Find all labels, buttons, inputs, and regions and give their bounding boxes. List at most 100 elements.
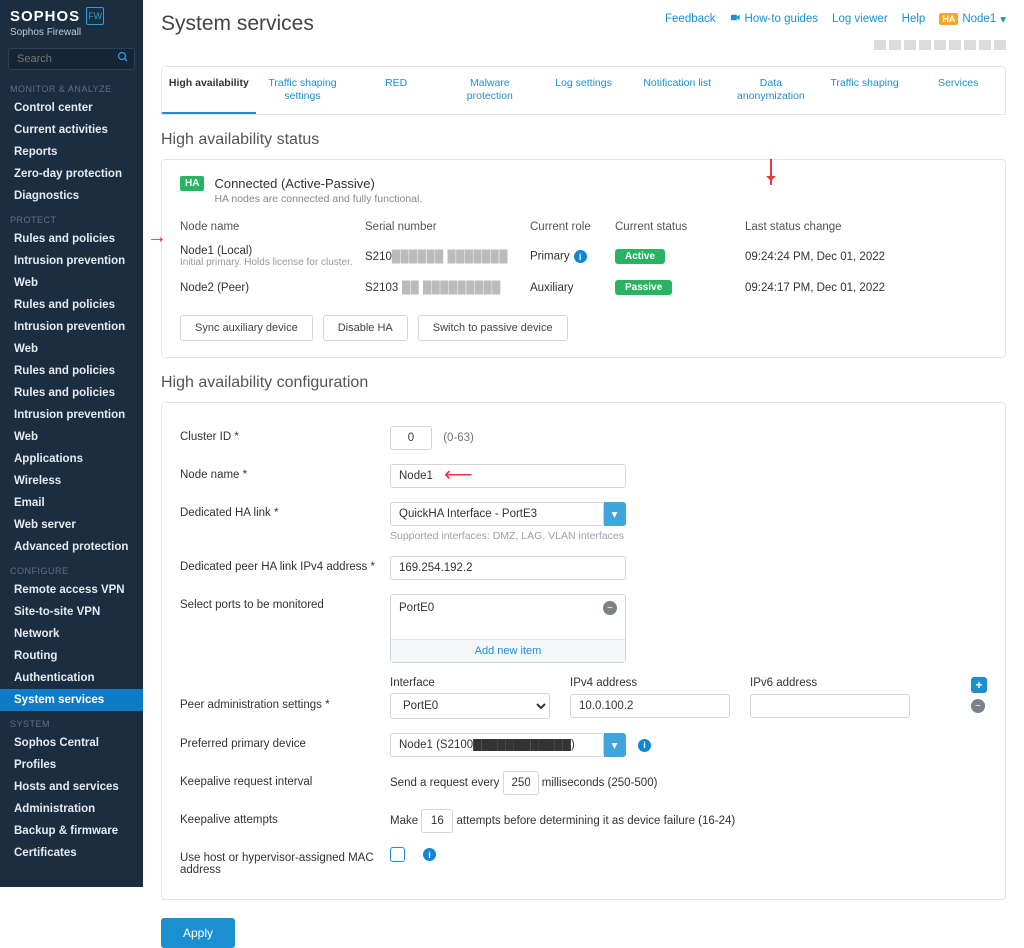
peer-ipv6-input[interactable] [750,694,910,718]
use-mac-label: Use host or hypervisor-assigned MAC addr… [180,847,390,876]
sidebar-search[interactable] [8,48,135,70]
sidebar-item-control-center[interactable]: Control center [0,97,143,119]
sidebar-item-authentication[interactable]: Authentication [0,667,143,689]
sidebar-item-rules-and-policies[interactable]: Rules and policies [0,228,143,250]
header-links: Feedback How-to guides Log viewer Help H… [665,12,1006,26]
sidebar-item-site-to-site-vpn[interactable]: Site-to-site VPN [0,601,143,623]
tab-traffic-shaping[interactable]: Traffic shaping [818,67,912,114]
tab-services[interactable]: Services [911,67,1005,114]
status-badge: Active [615,249,665,264]
sidebar-item-certificates[interactable]: Certificates [0,842,143,864]
node-name-label: Node name * [180,464,390,481]
peer-interface-select[interactable]: PortE0 [390,693,550,719]
monitor-port-name: PortE0 [399,602,434,614]
switch-passive-button[interactable]: Switch to passive device [418,315,568,341]
disable-ha-button[interactable]: Disable HA [323,315,408,341]
search-icon[interactable] [117,51,129,66]
remove-port-button[interactable]: − [603,601,617,615]
ha-status-sub: HA nodes are connected and fully functio… [214,193,422,205]
sidebar-item-email[interactable]: Email [0,492,143,514]
video-icon [730,12,741,26]
peer-admin-label: Peer administration settings * [180,677,390,711]
tab-notification-list[interactable]: Notification list [630,67,724,114]
sidebar-item-administration[interactable]: Administration [0,798,143,820]
feedback-link[interactable]: Feedback [665,13,716,25]
sidebar-item-intrusion-prevention[interactable]: Intrusion prevention [0,404,143,426]
add-new-item-link[interactable]: Add new item [391,639,625,662]
apply-button[interactable]: Apply [161,918,235,948]
brand-name: SOPHOS [10,8,80,25]
sidebar-item-intrusion-prevention[interactable]: Intrusion prevention [0,250,143,272]
keepalive-interval-input[interactable] [503,771,539,795]
dedicated-ha-link-select[interactable] [390,502,604,526]
sidebar-item-rules-and-policies[interactable]: Rules and policies [0,360,143,382]
sidebar-item-routing[interactable]: Routing [0,645,143,667]
chevron-down-icon[interactable]: ▾ [604,502,626,526]
remove-peer-row-button[interactable]: − [971,699,985,713]
sidebar-item-intrusion-prevention[interactable]: Intrusion prevention [0,316,143,338]
config-panel: Cluster ID * (0-63) Node name * ⟵ Dedica… [161,402,1006,900]
sidebar-item-hosts-and-services[interactable]: Hosts and services [0,776,143,798]
tab-red[interactable]: RED [349,67,443,114]
chevron-down-icon[interactable]: ▾ [604,733,626,757]
status-table-header: Node name Serial number Current role Cur… [180,221,987,239]
status-row: Node1 (Local)Initial primary. Holds lice… [180,239,987,274]
sidebar-item-applications[interactable]: Applications [0,448,143,470]
sidebar-item-web[interactable]: Web [0,338,143,360]
sidebar-item-sophos-central[interactable]: Sophos Central [0,732,143,754]
tab-log-settings[interactable]: Log settings [537,67,631,114]
config-section-title: High availability configuration [161,374,1006,392]
sidebar: SOPHOS FW Sophos Firewall MONITOR & ANAL… [0,0,143,887]
help-link[interactable]: Help [902,13,926,25]
tab-high-availability[interactable]: High availability [162,67,256,114]
sidebar-item-backup-firmware[interactable]: Backup & firmware [0,820,143,842]
peer-ipv4-input[interactable] [570,694,730,718]
sidebar-item-rules-and-policies[interactable]: Rules and policies [0,382,143,404]
sidebar-item-reports[interactable]: Reports [0,141,143,163]
sidebar-item-web-server[interactable]: Web server [0,514,143,536]
current-role: Auxiliary [530,282,615,294]
sidebar-item-web[interactable]: Web [0,426,143,448]
ha-status-title: Connected (Active-Passive) [214,176,422,191]
preferred-primary-label: Preferred primary device [180,733,390,750]
preferred-primary-select[interactable] [390,733,604,757]
sidebar-item-rules-and-policies[interactable]: Rules and policies [0,294,143,316]
node-name-input[interactable] [390,464,626,488]
add-peer-row-button[interactable]: + [971,677,987,693]
dedicated-peer-ip-input[interactable] [390,556,626,580]
sidebar-item-profiles[interactable]: Profiles [0,754,143,776]
brand-icon: FW [86,7,104,25]
serial-number: S210██████ ███████ [365,251,530,263]
use-mac-checkbox[interactable] [390,847,405,862]
info-icon[interactable]: i [638,739,651,752]
tab-malware-protection[interactable]: Malware protection [443,67,537,114]
cluster-id-input[interactable] [390,426,432,450]
monitor-port-item: PortE0 − [391,595,625,621]
sidebar-item-advanced-protection[interactable]: Advanced protection [0,536,143,558]
node-selector[interactable]: HA Node1 ▾ [939,12,1006,26]
status-badge: Passive [615,280,672,295]
sidebar-item-wireless[interactable]: Wireless [0,470,143,492]
tab-traffic-shaping-settings[interactable]: Traffic shaping settings [256,67,350,114]
last-status-change: 09:24:17 PM, Dec 01, 2022 [745,282,987,294]
sidebar-item-web[interactable]: Web [0,272,143,294]
sidebar-item-diagnostics[interactable]: Diagnostics [0,185,143,207]
sidebar-item-current-activities[interactable]: Current activities [0,119,143,141]
sync-auxiliary-button[interactable]: Sync auxiliary device [180,315,313,341]
ha-badge: HA [180,176,204,191]
search-input[interactable] [8,48,135,70]
sidebar-item-zero-day-protection[interactable]: Zero-day protection [0,163,143,185]
tab-data-anonymization[interactable]: Data anonymization [724,67,818,114]
logviewer-link[interactable]: Log viewer [832,13,888,25]
cluster-range-hint: (0-63) [443,432,474,444]
howto-link[interactable]: How-to guides [730,12,819,26]
node-name: Node2 (Peer) [180,282,365,294]
sidebar-item-remote-access-vpn[interactable]: Remote access VPN [0,579,143,601]
sidebar-item-network[interactable]: Network [0,623,143,645]
keepalive-attempts-input[interactable] [421,809,453,833]
sidebar-item-system-services[interactable]: System services [0,689,143,711]
nav-section-title: CONFIGURE [0,558,143,579]
info-icon[interactable]: i [574,250,587,263]
info-icon[interactable]: i [423,848,436,861]
node-sub: Initial primary. Holds license for clust… [180,257,365,268]
